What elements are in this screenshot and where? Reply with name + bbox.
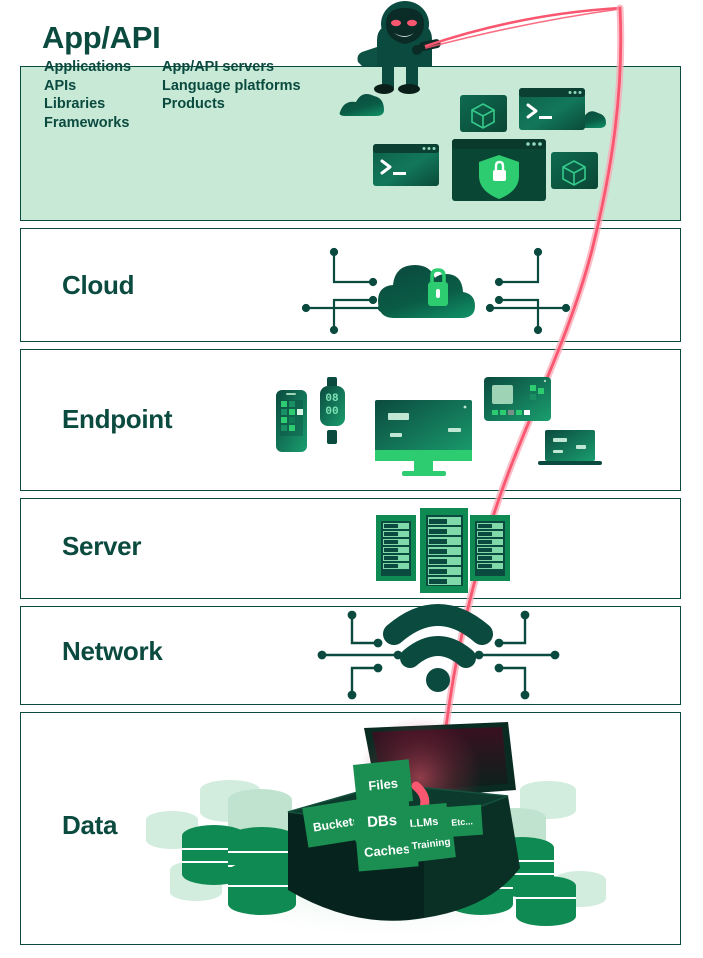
app-api-item: Products [162, 96, 225, 112]
layer-label-network: Network [62, 636, 163, 666]
layer-label-app-api: App/API [42, 20, 161, 55]
app-api-column-1: Applications APIs Libraries Frameworks [44, 58, 144, 132]
layer-label-endpoint: Endpoint [62, 404, 173, 434]
layer-label-data: Data [62, 810, 118, 840]
app-api-tech-lists: Applications APIs Libraries Frameworks A… [44, 58, 301, 132]
app-api-item: APIs [44, 77, 77, 94]
layer-label-cloud: Cloud [62, 270, 135, 300]
layer-label-server: Server [62, 531, 142, 561]
layer-row-data [20, 712, 681, 945]
app-api-item: App/API servers [162, 59, 275, 75]
app-api-item: Language platforms [162, 77, 301, 94]
app-api-item: Applications [44, 59, 132, 75]
app-api-item: Libraries [44, 96, 106, 112]
app-api-column-2: App/API servers Language platforms Produ… [162, 58, 301, 132]
app-api-item: Frameworks [44, 114, 130, 131]
